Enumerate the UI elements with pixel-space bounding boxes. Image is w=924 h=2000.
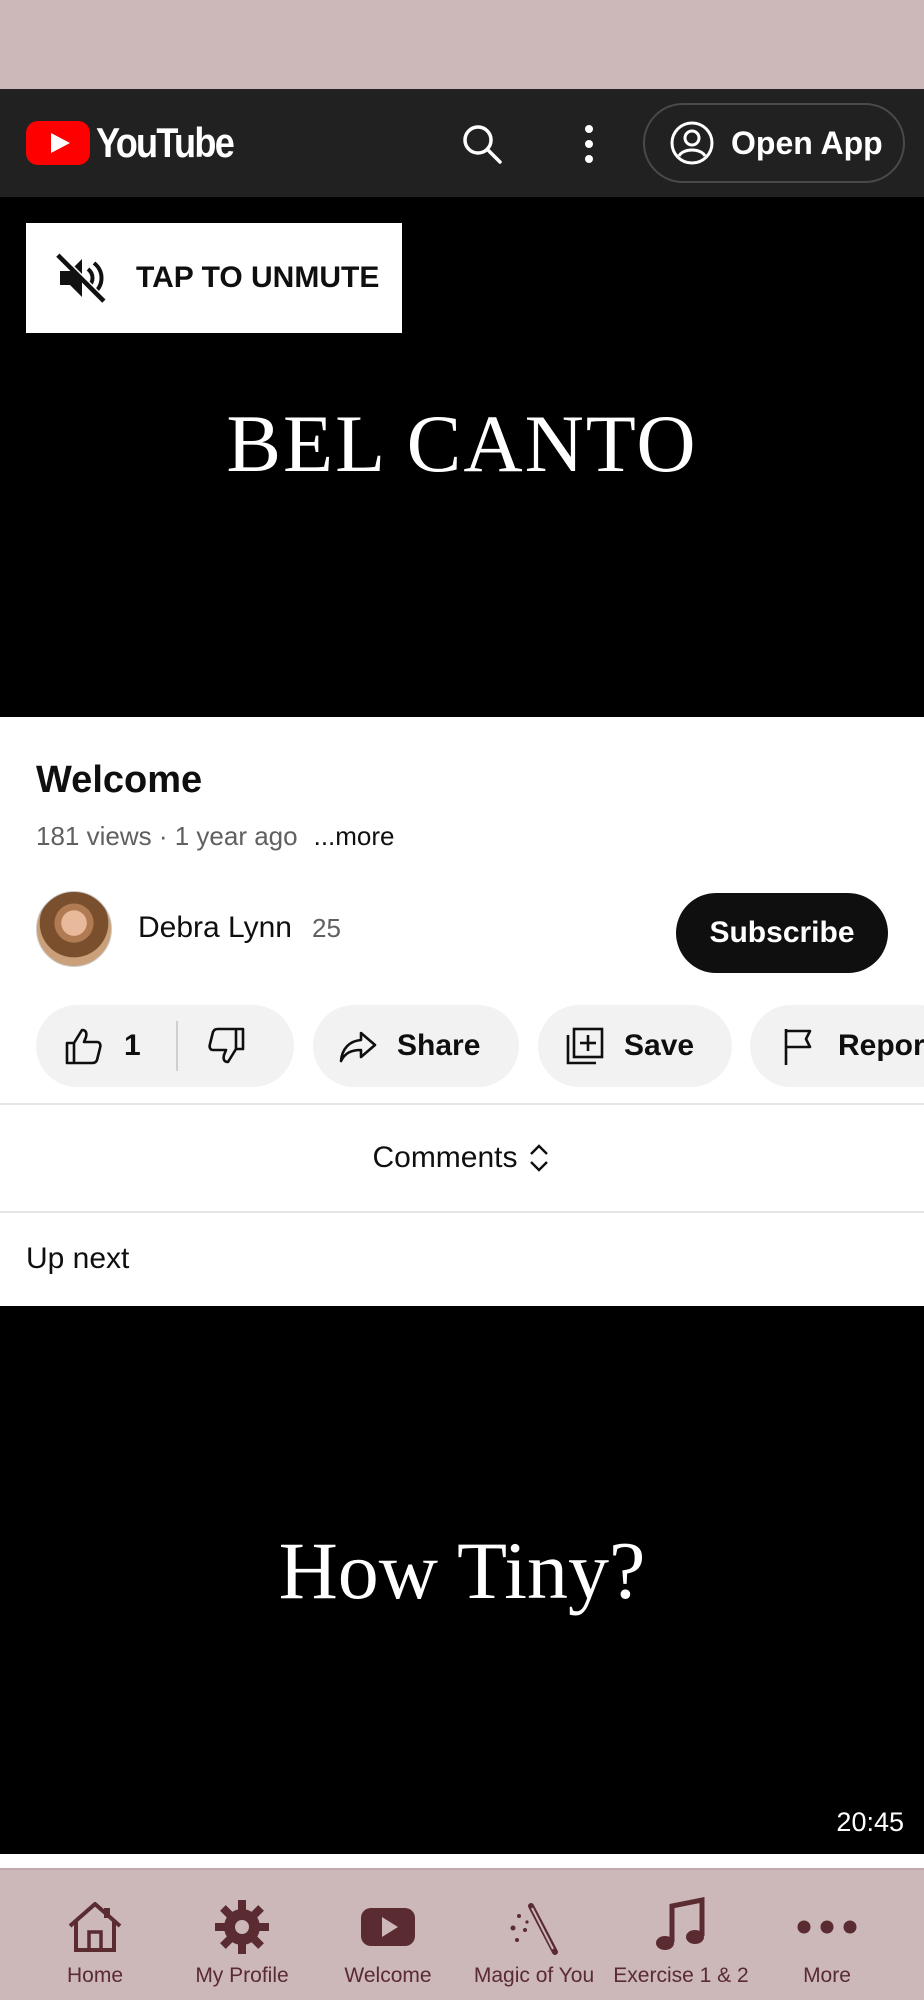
share-button[interactable]: Share xyxy=(313,1005,519,1087)
tab-label: My Profile xyxy=(195,1964,289,1987)
more-horiz-icon xyxy=(797,1920,857,1934)
more-vert-icon[interactable] xyxy=(562,117,616,171)
share-label: Share xyxy=(397,1029,481,1062)
open-app-button[interactable]: Open App xyxy=(643,103,905,183)
like-count: 1 xyxy=(124,1029,141,1062)
channel-row: Debra Lynn 25 Subscribe xyxy=(0,887,924,973)
account-icon xyxy=(670,121,714,165)
subscribe-button[interactable]: Subscribe xyxy=(676,893,888,973)
open-app-label: Open App xyxy=(731,124,883,161)
save-label: Save xyxy=(624,1029,695,1062)
share-icon xyxy=(339,1031,377,1063)
save-playlist-icon xyxy=(566,1027,604,1065)
divider xyxy=(0,1211,924,1213)
like-divider xyxy=(176,1021,178,1071)
tab-more[interactable]: More xyxy=(750,1870,904,2000)
music-note-icon xyxy=(656,1896,705,1950)
gear-icon xyxy=(215,1900,269,1954)
report-button[interactable]: Report xyxy=(750,1005,924,1087)
tab-label: Home xyxy=(66,1964,124,1987)
tab-my-profile[interactable]: My Profile xyxy=(165,1870,319,2000)
channel-avatar[interactable] xyxy=(36,891,112,967)
video-meta: 181 views · 1 year ago ...more xyxy=(36,821,395,852)
like-dislike-group: 1 xyxy=(36,1005,294,1087)
magic-wand-icon xyxy=(510,1903,558,1955)
tab-home[interactable]: Home xyxy=(18,1870,172,2000)
flag-icon xyxy=(784,1029,812,1065)
unfold-icon xyxy=(529,1144,548,1172)
tap-to-unmute-button[interactable]: TAP TO UNMUTE xyxy=(26,223,402,333)
muted-speaker-icon xyxy=(56,252,107,303)
like-icon[interactable] xyxy=(62,1025,104,1067)
report-label: Report xyxy=(838,1029,924,1062)
video-player[interactable]: TAP TO UNMUTE BEL CANTO xyxy=(0,197,924,717)
tab-exercise-1-2[interactable]: Exercise 1 & 2 xyxy=(604,1870,758,2000)
video-title[interactable]: Welcome xyxy=(36,759,202,802)
youtube-logo[interactable]: YouTube xyxy=(26,119,255,167)
youtube-play-logo-icon xyxy=(26,121,90,165)
video-title-card: BEL CANTO xyxy=(226,398,698,489)
dislike-icon[interactable] xyxy=(206,1025,248,1067)
next-video-thumbnail[interactable]: How Tiny? 20:45 xyxy=(0,1306,924,1854)
comments-label: Comments xyxy=(372,1141,518,1174)
tab-label: Magic of You xyxy=(473,1964,595,1987)
tab-label: Exercise 1 & 2 xyxy=(613,1964,749,1987)
youtube-header: YouTube Open App xyxy=(0,89,924,197)
up-next-heading: Up next xyxy=(26,1242,130,1275)
tab-label: Welcome xyxy=(344,1964,432,1987)
home-icon xyxy=(68,1902,122,1952)
search-icon[interactable] xyxy=(455,117,509,171)
youtube-logo-text: YouTube xyxy=(96,119,235,166)
more-link[interactable]: ...more xyxy=(314,821,395,851)
bottom-tab-bar: Home My Profile Welcome Magic of You Exe… xyxy=(0,1868,924,2000)
comments-button[interactable]: Comments xyxy=(0,1105,924,1211)
video-duration: 20:45 xyxy=(836,1807,904,1837)
status-bar xyxy=(0,0,924,89)
tab-magic-of-you[interactable]: Magic of You xyxy=(457,1870,611,2000)
youtube-icon xyxy=(361,1908,415,1946)
unmute-label: TAP TO UNMUTE xyxy=(136,261,380,294)
tab-welcome[interactable]: Welcome xyxy=(311,1870,465,2000)
next-video-title-card: How Tiny? xyxy=(278,1525,646,1616)
save-button[interactable]: Save xyxy=(538,1005,732,1087)
views-and-date: 181 views · 1 year ago xyxy=(36,821,298,851)
tab-label: More xyxy=(803,1964,851,1987)
action-bar: 1 Share Save Report xyxy=(0,1005,924,1087)
subscriber-count: 25 xyxy=(312,913,341,943)
channel-name[interactable]: Debra Lynn xyxy=(138,911,292,945)
